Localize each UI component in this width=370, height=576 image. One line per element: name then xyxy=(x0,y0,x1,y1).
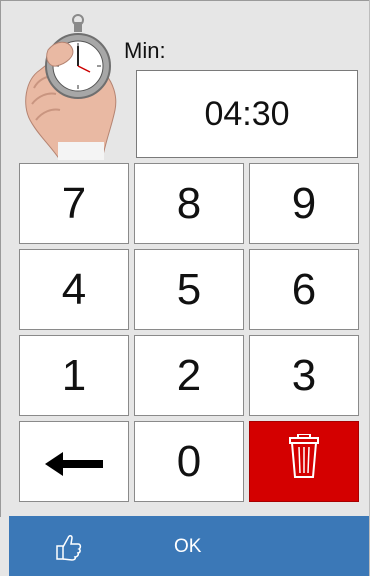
numeric-keypad: 7 8 9 4 5 6 1 2 3 0 xyxy=(19,163,361,503)
key-3[interactable]: 3 xyxy=(249,335,359,416)
time-display: 04:30 xyxy=(136,70,358,158)
delete-button[interactable] xyxy=(249,421,359,502)
header: Min: 04:30 xyxy=(0,0,370,162)
key-5[interactable]: 5 xyxy=(134,249,244,330)
key-1[interactable]: 1 xyxy=(19,335,129,416)
left-arrow-icon xyxy=(45,437,103,487)
stopwatch-icon xyxy=(20,10,126,161)
backspace-button[interactable] xyxy=(19,421,129,502)
key-6[interactable]: 6 xyxy=(249,249,359,330)
ok-button[interactable]: OK xyxy=(9,516,369,576)
key-2[interactable]: 2 xyxy=(134,335,244,416)
thumbs-up-icon xyxy=(53,532,83,562)
trash-icon xyxy=(289,433,319,489)
key-9[interactable]: 9 xyxy=(249,163,359,244)
key-8[interactable]: 8 xyxy=(134,163,244,244)
ok-label: OK xyxy=(174,536,202,557)
minutes-label: Min: xyxy=(124,38,166,63)
key-7[interactable]: 7 xyxy=(19,163,129,244)
key-0[interactable]: 0 xyxy=(134,421,244,502)
key-4[interactable]: 4 xyxy=(19,249,129,330)
